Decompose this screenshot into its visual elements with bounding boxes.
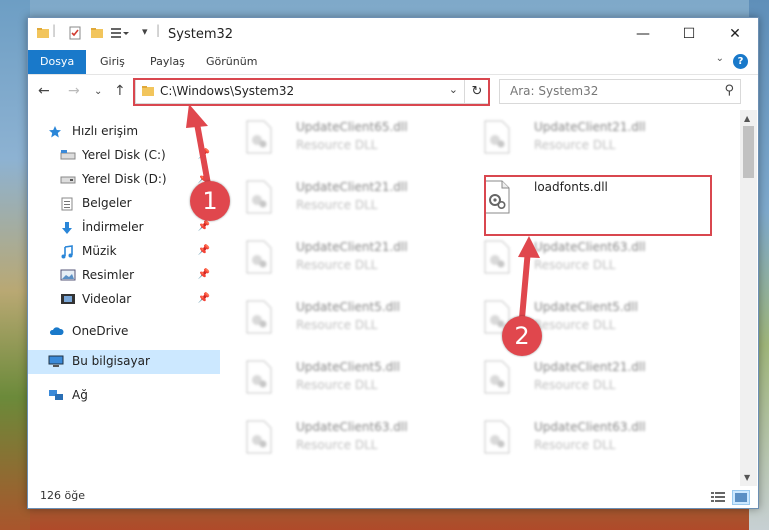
item-count: 126 öğe	[40, 489, 85, 502]
step-badge-1: 1	[190, 181, 230, 221]
dll-file-icon	[246, 300, 272, 334]
star-icon	[48, 125, 62, 138]
music-icon	[60, 245, 74, 259]
dll-file-icon	[484, 240, 510, 274]
separator: |	[156, 23, 161, 37]
expand-ribbon-icon[interactable]: ⌄	[716, 53, 724, 64]
ribbon-tabs: Dosya Giriş Paylaş Görünüm ⌄ ?	[28, 50, 758, 75]
drive-icon	[60, 149, 76, 161]
close-button[interactable]: ✕	[712, 18, 758, 50]
list-item[interactable]: UpdateClient21.dll Resource DLL	[460, 114, 690, 166]
recent-locations-icon[interactable]: ⌄	[94, 86, 102, 97]
sidebar-item-disk-d[interactable]: Yerel Disk (D:) 📌	[28, 168, 220, 192]
sidebar-item-quick-access[interactable]: Hızlı erişim	[28, 120, 220, 144]
properties-icon[interactable]	[68, 26, 82, 43]
vertical-scrollbar[interactable]: ▲ ▼	[740, 110, 757, 486]
dll-file-icon	[484, 420, 510, 454]
sidebar-item-downloads[interactable]: İndirmeler 📌	[28, 216, 220, 240]
dll-file-icon	[484, 120, 510, 154]
window-title: System32	[168, 27, 234, 42]
file-list: UpdateClient65.dll Resource DLL UpdateCl…	[222, 110, 740, 478]
search-placeholder: Ara: System32	[510, 84, 599, 98]
sidebar-item-disk-c[interactable]: Yerel Disk (C:) 📌	[28, 144, 220, 168]
dll-file-icon	[246, 420, 272, 454]
list-item[interactable]: UpdateClient21.dll Resource DLL	[222, 234, 452, 286]
tab-view[interactable]: Görünüm	[196, 50, 267, 74]
pin-icon[interactable]: 📌	[198, 245, 210, 256]
list-item[interactable]: UpdateClient63.dll Resource DLL	[222, 414, 452, 466]
scroll-down-icon[interactable]: ▼	[744, 473, 750, 482]
new-folder-icon[interactable]	[90, 26, 104, 43]
minimize-button[interactable]: —	[620, 18, 666, 50]
file-highlight	[484, 175, 712, 236]
scroll-thumb[interactable]	[743, 126, 754, 178]
tab-home[interactable]: Giriş	[90, 50, 135, 74]
quick-access-dropdown-icon[interactable]: ▾	[142, 25, 148, 38]
picture-icon	[60, 269, 76, 281]
status-bar: 126 öğe	[28, 486, 758, 508]
cloud-icon	[48, 325, 64, 337]
pin-icon[interactable]: 📌	[198, 269, 210, 280]
dll-file-icon	[246, 360, 272, 394]
download-icon	[60, 221, 74, 234]
list-item[interactable]: UpdateClient5.dll Resource DLL	[222, 294, 452, 346]
document-icon	[60, 197, 74, 211]
step-badge-2: 2	[502, 316, 542, 356]
dll-file-icon	[246, 120, 272, 154]
navigation-pane: Hızlı erişim Yerel Disk (C:) 📌 Yerel Dis…	[28, 110, 222, 478]
title-bar: | ▾ | System32 — ☐ ✕	[28, 18, 758, 50]
list-item[interactable]: UpdateClient21.dll Resource DLL	[460, 354, 690, 406]
details-view-icon[interactable]	[710, 490, 726, 503]
list-item[interactable]: UpdateClient5.dll Resource DLL	[222, 354, 452, 406]
list-item[interactable]: UpdateClient5.dll Resource DLL	[460, 294, 690, 346]
sidebar-item-music[interactable]: Müzik 📌	[28, 240, 220, 264]
forward-arrow-icon[interactable]: →	[68, 83, 80, 99]
computer-icon	[48, 355, 64, 367]
list-item[interactable]: UpdateClient63.dll Resource DLL	[460, 414, 690, 466]
separator: |	[52, 23, 57, 37]
up-arrow-icon[interactable]: ↑	[114, 83, 126, 99]
video-icon	[60, 293, 75, 305]
tab-share[interactable]: Paylaş	[140, 50, 195, 74]
back-arrow-icon[interactable]: ←	[38, 83, 50, 99]
sidebar-item-onedrive[interactable]: OneDrive	[28, 320, 220, 344]
dll-file-icon	[246, 180, 272, 214]
pin-icon[interactable]: 📌	[198, 293, 210, 304]
maximize-button[interactable]: ☐	[666, 18, 712, 50]
desktop-background-left	[0, 0, 30, 530]
network-icon	[48, 389, 63, 401]
list-item[interactable]: UpdateClient65.dll Resource DLL	[222, 114, 452, 166]
list-item[interactable]: UpdateClient21.dll Resource DLL	[222, 174, 452, 226]
help-button[interactable]: ?	[733, 54, 748, 69]
dll-file-icon	[484, 360, 510, 394]
address-bar-highlight	[133, 78, 490, 106]
sidebar-item-videos[interactable]: Videolar 📌	[28, 288, 220, 312]
search-input[interactable]: Ara: System32 ⚲	[499, 79, 741, 104]
pin-icon[interactable]: 📌	[198, 149, 210, 160]
search-icon[interactable]: ⚲	[724, 83, 734, 98]
tab-file[interactable]: Dosya	[28, 50, 87, 74]
sidebar-item-network[interactable]: Ağ	[28, 384, 220, 408]
sidebar-item-this-pc[interactable]: Bu bilgisayar	[28, 350, 220, 374]
sidebar-item-pictures[interactable]: Resimler 📌	[28, 264, 220, 288]
pin-icon[interactable]: 📌	[198, 221, 210, 232]
large-icons-view-icon[interactable]	[732, 490, 750, 505]
scroll-up-icon[interactable]: ▲	[744, 114, 750, 123]
folder-icon	[36, 26, 50, 43]
drive-icon	[60, 173, 76, 185]
customize-icon[interactable]	[110, 26, 130, 43]
dll-file-icon	[246, 240, 272, 274]
list-item[interactable]: UpdateClient63.dll Resource DLL	[460, 234, 690, 286]
